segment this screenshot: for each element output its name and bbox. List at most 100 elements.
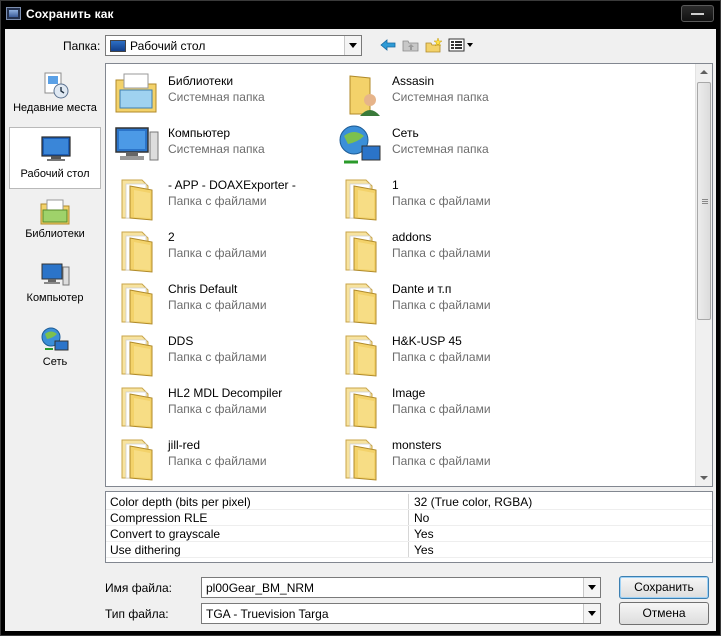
file-item[interactable]: HL2 MDL Decompiler Папка с файлами xyxy=(110,380,332,430)
folder-combo-value: Рабочий стол xyxy=(130,39,206,53)
place-label: Недавние места xyxy=(13,102,97,114)
chevron-down-icon[interactable] xyxy=(583,578,600,597)
property-value[interactable]: Yes xyxy=(414,543,434,557)
file-name: Dante и т.п xyxy=(392,282,452,296)
file-item[interactable]: Библиотеки Системная папка xyxy=(110,68,332,118)
window-title: Сохранить как xyxy=(26,7,114,21)
recent-places-icon xyxy=(44,72,69,99)
file-name: addons xyxy=(392,230,432,244)
place-libraries[interactable]: Библиотеки xyxy=(9,191,101,253)
folder-icon xyxy=(345,283,377,325)
property-row[interactable]: Compression RLE No xyxy=(106,510,712,526)
back-arrow-icon[interactable] xyxy=(379,37,397,53)
place-network[interactable]: Сеть xyxy=(9,319,101,381)
close-button[interactable] xyxy=(681,5,714,22)
desktop-icon xyxy=(110,40,126,52)
file-name: Компьютер xyxy=(168,126,231,140)
file-item[interactable]: Dante и т.п Папка с файлами xyxy=(334,276,556,326)
property-key: Compression RLE xyxy=(110,511,208,525)
user-folder-icon xyxy=(349,75,380,116)
file-list[interactable]: Библиотеки Системная папка Assasin Системна… xyxy=(105,63,713,487)
property-row[interactable]: Convert to grayscale Yes xyxy=(106,526,712,542)
file-type: Папка с файлами xyxy=(168,246,267,260)
file-item[interactable]: monsters Папка с файлами xyxy=(334,432,556,482)
folder-icon xyxy=(345,335,377,377)
file-item[interactable]: Chris Default Папка с файлами xyxy=(110,276,332,326)
chevron-down-icon xyxy=(700,476,708,480)
title-bar[interactable]: Сохранить как xyxy=(1,1,720,29)
new-folder-icon[interactable] xyxy=(425,37,443,53)
file-item[interactable]: Сеть Системная папка xyxy=(334,120,556,170)
property-value[interactable]: 32 (True color, RGBA) xyxy=(414,495,532,509)
folder-combo[interactable]: Рабочий стол xyxy=(105,35,362,56)
file-type: Папка с файлами xyxy=(392,246,491,260)
file-name: - APP - DOAXExporter - xyxy=(168,178,296,192)
scroll-down-button[interactable] xyxy=(696,469,712,486)
file-name: 2 xyxy=(168,230,175,244)
property-key: Convert to grayscale xyxy=(110,527,221,541)
vertical-scrollbar[interactable] xyxy=(695,64,712,486)
places-bar: Недавние места Рабочий стол Библиотеки К… xyxy=(9,65,101,485)
place-computer[interactable]: Компьютер xyxy=(9,255,101,317)
place-label: Библиотеки xyxy=(25,228,85,240)
file-item[interactable]: - APP - DOAXExporter - Папка с файлами xyxy=(110,172,332,222)
file-type: Системная папка xyxy=(168,142,265,156)
file-item[interactable]: 1 Папка с файлами xyxy=(334,172,556,222)
filetype-label: Тип файла: xyxy=(105,607,169,621)
filetype-select[interactable]: TGA - Truevision Targa xyxy=(201,603,601,624)
file-name: Сеть xyxy=(392,126,419,140)
property-row[interactable]: Color depth (bits per pixel) 32 (True col… xyxy=(106,494,712,510)
chevron-down-icon[interactable] xyxy=(583,604,600,623)
file-name: DDS xyxy=(168,334,194,348)
file-item[interactable]: Image Папка с файлами xyxy=(334,380,556,430)
file-type: Папка с файлами xyxy=(168,350,267,364)
up-folder-icon[interactable] xyxy=(402,37,420,53)
save-button[interactable]: Сохранить xyxy=(619,576,709,599)
cancel-button[interactable]: Отмена xyxy=(619,602,709,625)
property-key: Color depth (bits per pixel) xyxy=(110,495,251,509)
file-item[interactable]: 2 Папка с файлами xyxy=(110,224,332,274)
folder-label: Папка: xyxy=(63,39,101,53)
file-type: Папка с файлами xyxy=(168,454,267,468)
place-recent[interactable]: Недавние места xyxy=(9,65,101,127)
folder-icon xyxy=(345,387,377,429)
file-item[interactable]: H&K-USP 45 Папка с файлами xyxy=(334,328,556,378)
file-type: Папка с файлами xyxy=(392,350,491,364)
folder-icon xyxy=(121,179,153,221)
file-item[interactable]: jill-red Папка с файлами xyxy=(110,432,332,482)
file-item[interactable]: DDS Папка с файлами xyxy=(110,328,332,378)
file-name: 1 xyxy=(392,178,399,192)
file-type: Папка с файлами xyxy=(392,454,491,468)
scroll-up-button[interactable] xyxy=(696,64,712,81)
property-value[interactable]: Yes xyxy=(414,527,434,541)
place-desktop[interactable]: Рабочий стол xyxy=(9,127,101,189)
file-name: Assasin xyxy=(392,74,435,88)
file-type: Системная папка xyxy=(392,90,489,104)
property-value[interactable]: No xyxy=(414,511,429,525)
property-row[interactable]: Use dithering Yes xyxy=(106,542,712,558)
file-type: Системная папка xyxy=(392,142,489,156)
filename-label: Имя файла: xyxy=(105,581,172,595)
filename-combo[interactable]: pl00Gear_BM_NRM xyxy=(201,577,601,598)
file-item[interactable]: Assasin Системная папка xyxy=(334,68,556,118)
folder-icon xyxy=(121,335,153,377)
computer-icon xyxy=(115,127,159,161)
file-item[interactable]: addons Папка с файлами xyxy=(334,224,556,274)
view-menu-icon[interactable] xyxy=(448,37,474,53)
filename-input[interactable]: pl00Gear_BM_NRM xyxy=(206,581,314,595)
file-item[interactable]: Компьютер Системная папка xyxy=(110,120,332,170)
chevron-down-icon[interactable] xyxy=(344,36,361,55)
file-type: Папка с файлами xyxy=(392,194,491,208)
chevron-up-icon xyxy=(700,70,708,74)
scroll-thumb[interactable] xyxy=(697,82,711,320)
filetype-value: TGA - Truevision Targa xyxy=(206,607,329,621)
save-as-dialog: Сохранить как Папка: Рабочий стол Недавн… xyxy=(0,0,721,636)
place-label: Компьютер xyxy=(26,292,84,304)
folder-icon xyxy=(345,179,377,221)
file-type: Папка с файлами xyxy=(168,194,267,208)
format-options-grid[interactable]: Color depth (bits per pixel) 32 (True col… xyxy=(105,491,713,563)
file-name: jill-red xyxy=(168,438,201,452)
file-type: Системная папка xyxy=(168,90,265,104)
folder-icon xyxy=(345,231,377,273)
file-name: H&K-USP 45 xyxy=(392,334,462,348)
